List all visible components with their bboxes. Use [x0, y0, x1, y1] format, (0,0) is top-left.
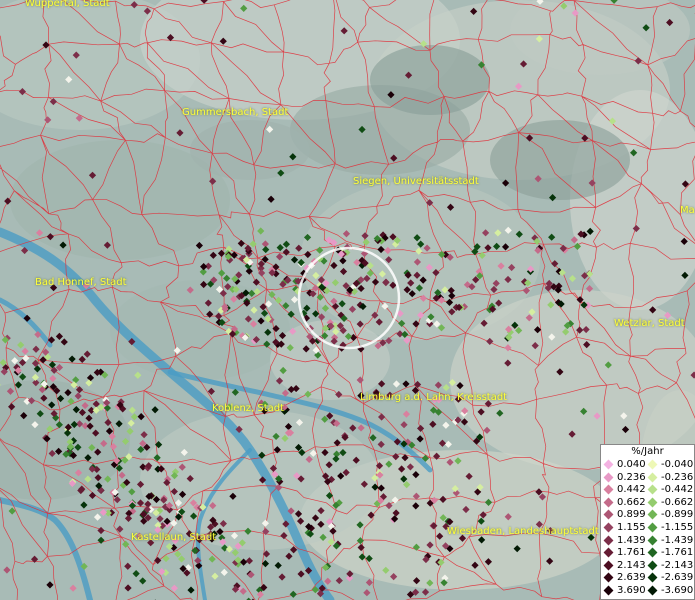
- city-label-siegen: Siegen, Universitätsstadt: [353, 176, 479, 187]
- city-label-kastellaun: Kastellaun, Stadt: [131, 532, 217, 543]
- legend-swatch: [603, 484, 614, 495]
- city-label-wetzlar: Wetzlar, Stadt: [614, 318, 685, 329]
- legend-swatch: [647, 497, 658, 508]
- legend-swatch: [603, 535, 614, 546]
- legend-label: -1.155: [661, 522, 694, 533]
- legend-swatch: [603, 572, 614, 583]
- legend-swatch: [647, 522, 658, 533]
- legend-label: 2.143: [617, 559, 646, 571]
- city-label-gummersbach: Gummersbach, Stadt: [182, 107, 289, 118]
- legend-swatch: [647, 535, 658, 546]
- legend-label: 0.040: [617, 459, 646, 470]
- city-label-limburg: Limburg a.d. Lahn, Kreisstadt: [360, 392, 508, 403]
- legend-swatch: [647, 547, 658, 558]
- city-label-ma: Ma: [680, 205, 695, 216]
- city-label-koblenz: Koblenz, Stadt: [212, 403, 285, 414]
- legend-label: 0.899: [617, 509, 646, 521]
- legend-label: 0.236: [617, 471, 646, 483]
- legend-swatch: [603, 509, 614, 520]
- legend-swatch: [603, 560, 614, 571]
- legend-label: -3.690: [661, 585, 694, 596]
- legend-label: -0.040: [661, 459, 694, 470]
- legend-swatch: [603, 522, 614, 533]
- legend-swatch: [603, 585, 614, 596]
- legend-swatch: [647, 509, 658, 520]
- legend-label: -1.761: [661, 547, 694, 559]
- legend-label: 1.761: [617, 547, 646, 559]
- legend-label: 1.439: [617, 534, 646, 546]
- city-label-bad-honnef: Bad Honnef, Stadt: [35, 277, 127, 288]
- legend-swatch: [647, 560, 658, 571]
- legend-swatch: [603, 472, 614, 483]
- legend-swatch: [603, 497, 614, 508]
- city-label-wiesbaden: Wiesbaden, Landeshauptstadt: [447, 526, 599, 537]
- legend-label: -2.143: [661, 559, 694, 571]
- legend-label: 0.662: [617, 496, 646, 508]
- legend-swatch: [647, 585, 658, 596]
- legend: %/Jahr 0.040 0.236 0.442 0.662 0.899 1.155 1.4…: [600, 444, 695, 600]
- city-label-wuppertal: Wuppertal, Stadt: [25, 0, 110, 9]
- selection-circle: [297, 246, 401, 350]
- legend-label: 1.155: [617, 522, 646, 533]
- legend-label: 3.690: [617, 585, 646, 596]
- legend-label: -0.662: [661, 496, 694, 508]
- legend-title: %/Jahr: [631, 446, 664, 457]
- legend-label: -1.439: [661, 534, 694, 546]
- legend-label: 2.639: [617, 572, 646, 584]
- legend-label: -0.236: [661, 471, 694, 483]
- legend-swatch: [647, 472, 658, 483]
- legend-label: -0.899: [661, 509, 694, 521]
- legend-swatch: [647, 484, 658, 495]
- legend-label: -0.442: [661, 484, 694, 496]
- map-view[interactable]: Wuppertal, Stadt Gummersbach, Stadt Sieg…: [0, 0, 695, 600]
- legend-label: 0.442: [617, 484, 646, 496]
- legend-label: -2.639: [661, 572, 694, 584]
- legend-swatch: [603, 547, 614, 558]
- legend-swatch: [647, 459, 658, 470]
- legend-swatch: [603, 459, 614, 470]
- legend-swatch: [647, 572, 658, 583]
